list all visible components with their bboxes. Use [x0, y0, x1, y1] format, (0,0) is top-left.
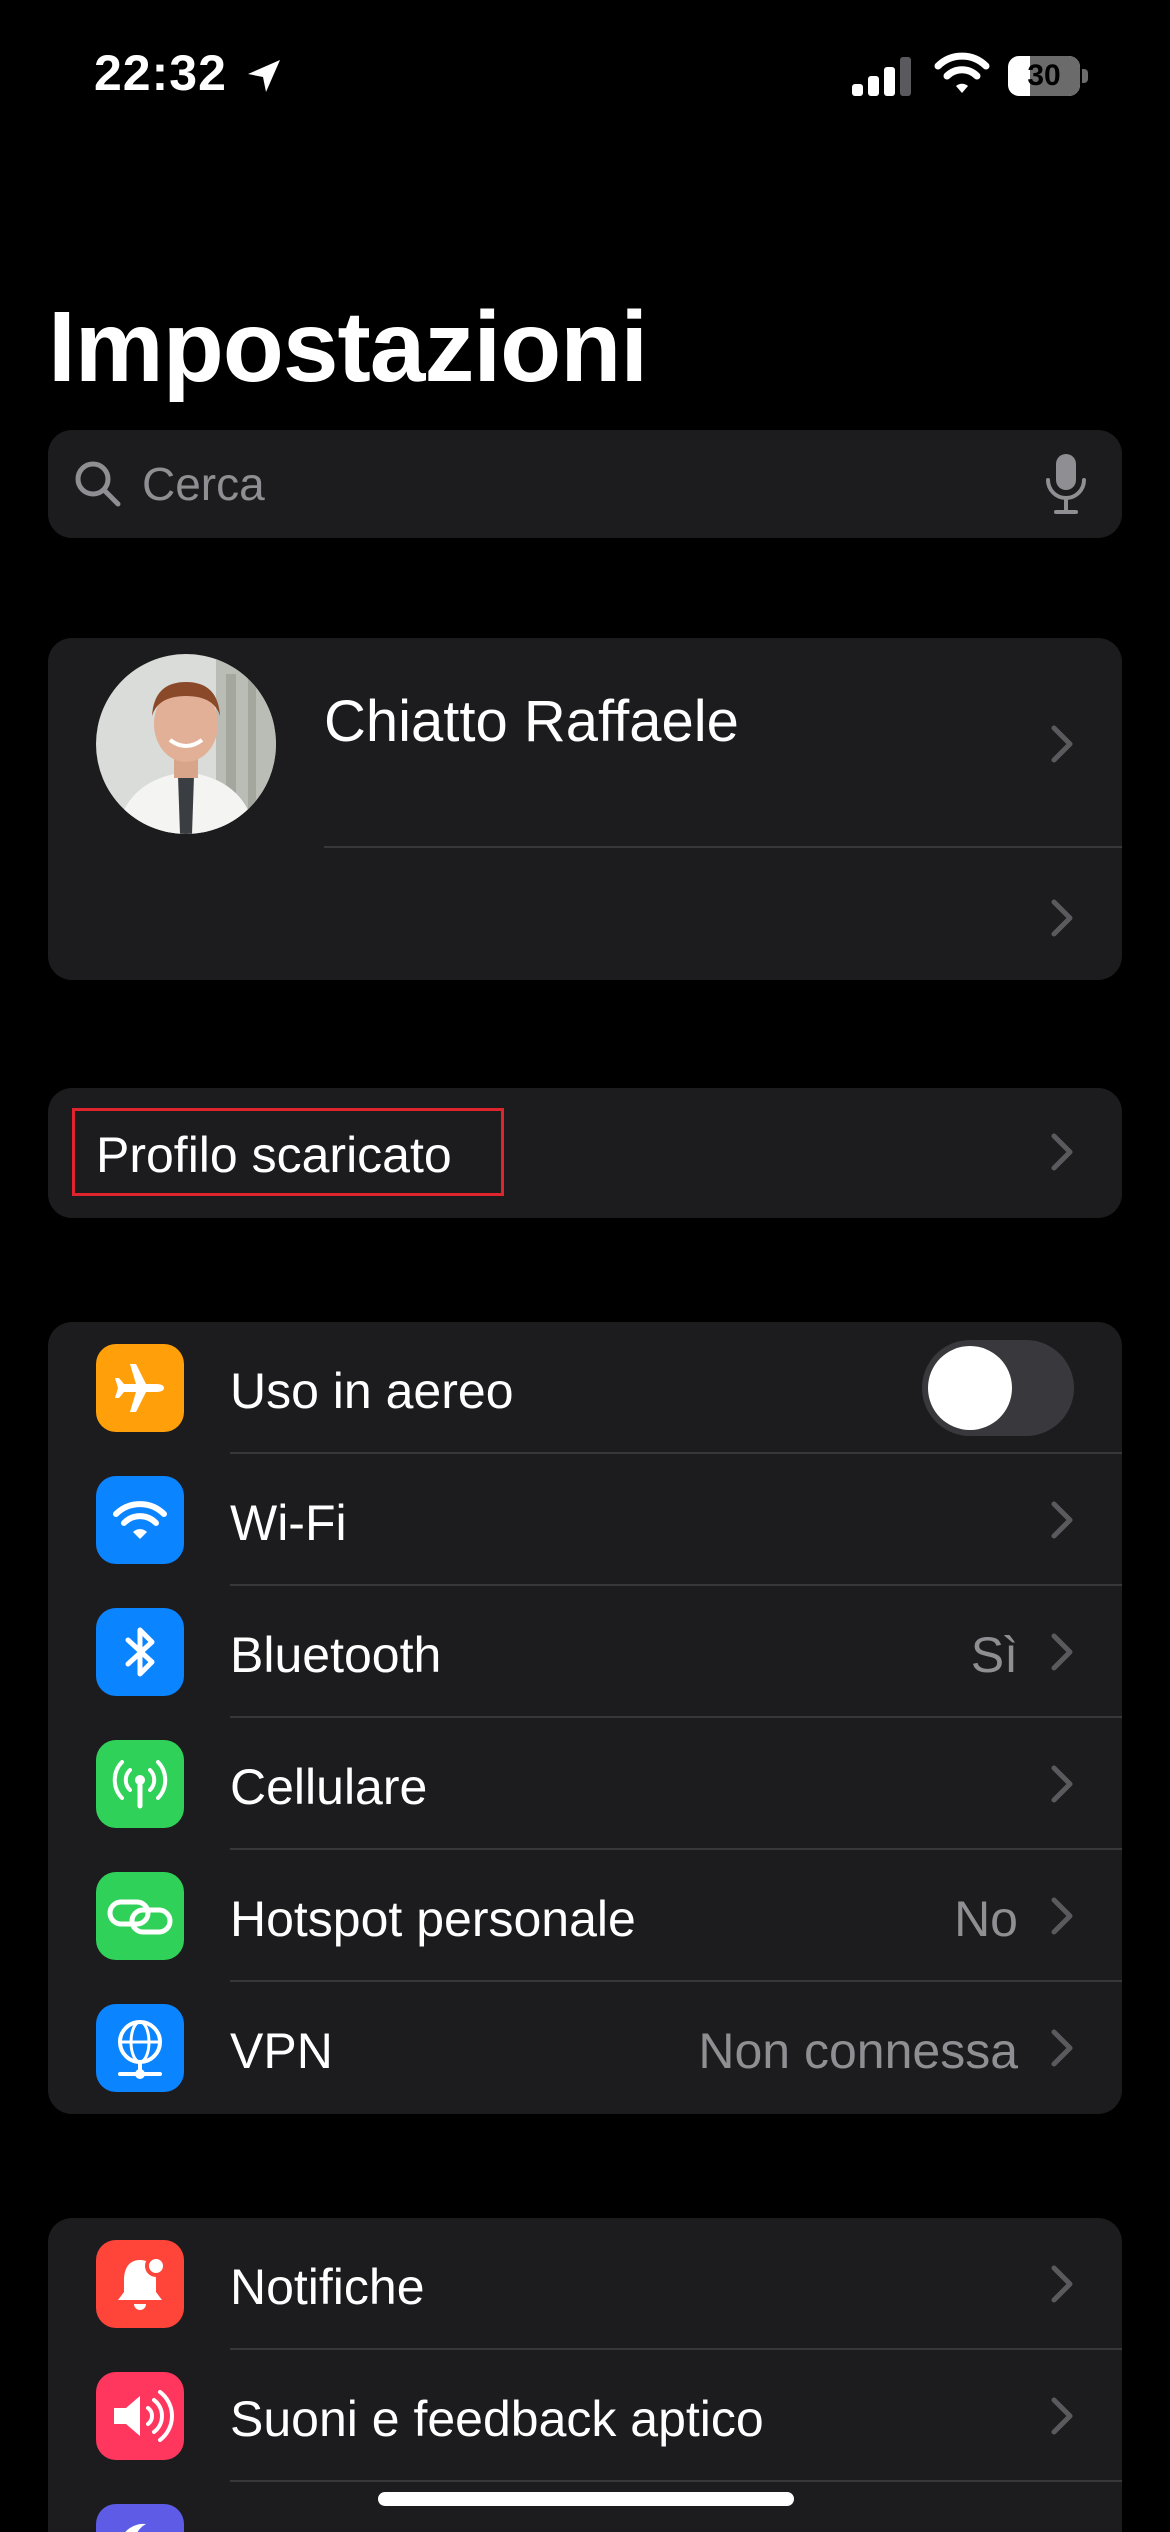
bluetooth-value: Sì: [970, 1627, 1018, 1683]
battery-level-text: 30: [1027, 59, 1061, 92]
wifi-label: Wi-Fi: [230, 1495, 347, 1551]
hotspot-icon-tile: [96, 1872, 184, 1960]
wifi-icon-tile: [96, 1476, 184, 1564]
chevron-right-icon: [1051, 2397, 1073, 2435]
cellular-signal-icon: [852, 57, 911, 96]
downloaded-profile-label: Profilo scaricato: [96, 1127, 452, 1183]
wifi-icon: [934, 52, 990, 93]
hotspot-label: Hotspot personale: [230, 1891, 636, 1947]
airplane-icon-tile: [96, 1344, 184, 1432]
search-bar[interactable]: [48, 430, 1122, 538]
profile-row[interactable]: Chiatto Raffaele: [48, 638, 1122, 848]
moon-icon: [125, 2523, 146, 2532]
bluetooth-icon: [125, 1627, 155, 1677]
battery-icon: 30: [1008, 56, 1088, 96]
sounds-haptics-label: Suoni e feedback aptico: [230, 2391, 764, 2447]
hotspot-value: No: [954, 1891, 1018, 1947]
vpn-label: VPN: [230, 2023, 333, 2079]
moon-icon-tile: [96, 2504, 184, 2532]
chevron-right-icon: [1051, 2029, 1073, 2067]
wifi-row[interactable]: Wi-Fi: [48, 1454, 1122, 1586]
notifications-group: Notifiche Suoni e feedback aptico: [48, 2218, 1122, 2532]
avatar: [96, 654, 276, 834]
airplane-mode-row[interactable]: Uso in aereo: [48, 1322, 1122, 1454]
bell-icon: [118, 2255, 167, 2310]
chevron-right-icon: [1051, 899, 1073, 937]
location-arrow-icon: [248, 60, 280, 92]
search-icon: [75, 461, 121, 507]
status-bar: 22:32 30: [0, 0, 1170, 140]
chevron-right-icon: [1051, 1501, 1073, 1539]
notifications-label: Notifiche: [230, 2259, 425, 2315]
chevron-right-icon: [1051, 1765, 1073, 1803]
profile-detail-row[interactable]: [48, 848, 1122, 980]
connectivity-group: Uso in aereo Wi-Fi Bluetooth Sì Cellular…: [48, 1322, 1122, 2114]
sounds-haptics-row[interactable]: Suoni e feedback aptico: [48, 2350, 1122, 2482]
globe-network-icon: [118, 2020, 162, 2079]
chevron-right-icon: [1051, 1897, 1073, 1935]
downloaded-profile-row[interactable]: Profilo scaricato: [48, 1088, 1122, 1218]
antenna-icon: [112, 1760, 168, 1809]
speaker-icon-tile: [96, 2372, 184, 2460]
page-title: Impostazioni: [48, 291, 648, 403]
toggle-knob: [928, 1346, 1012, 1430]
speaker-icon: [114, 2390, 174, 2442]
chevron-right-icon: [1051, 725, 1073, 763]
airplane-mode-toggle[interactable]: [922, 1340, 1074, 1436]
notifications-row[interactable]: Notifiche: [48, 2218, 1122, 2350]
profile-name: Chiatto Raffaele: [324, 689, 739, 754]
cellular-row[interactable]: Cellulare: [48, 1718, 1122, 1850]
vpn-value: Non connessa: [698, 2023, 1018, 2079]
chevron-right-icon: [1051, 1633, 1073, 1671]
hotspot-link-icon: [107, 1899, 173, 1935]
chevron-right-icon: [1051, 1133, 1073, 1171]
hotspot-row[interactable]: Hotspot personale No: [48, 1850, 1122, 1982]
focus-row[interactable]: [48, 2482, 1122, 2532]
chevron-right-icon: [1051, 2265, 1073, 2303]
antenna-icon-tile: [96, 1740, 184, 1828]
cellular-label: Cellulare: [230, 1759, 428, 1815]
home-indicator[interactable]: [378, 2492, 794, 2506]
microphone-icon[interactable]: [1044, 452, 1088, 516]
status-time: 22:32: [94, 45, 227, 101]
battery-tip: [1082, 69, 1088, 83]
apple-account-group: Chiatto Raffaele: [48, 638, 1122, 980]
bluetooth-row[interactable]: Bluetooth Sì: [48, 1586, 1122, 1718]
bluetooth-label: Bluetooth: [230, 1627, 442, 1683]
vpn-icon-tile: [96, 2004, 184, 2092]
bluetooth-icon-tile: [96, 1608, 184, 1696]
airplane-mode-label: Uso in aereo: [230, 1363, 514, 1419]
wifi-icon: [113, 1501, 167, 1539]
vpn-row[interactable]: VPN Non connessa: [48, 1982, 1122, 2114]
settings-screen: 22:32 30 Impostazioni Cerca Chiatto Raff…: [0, 0, 1170, 2532]
search-input[interactable]: [142, 452, 1042, 516]
airplane-icon: [115, 1364, 164, 1412]
bell-icon-tile: [96, 2240, 184, 2328]
